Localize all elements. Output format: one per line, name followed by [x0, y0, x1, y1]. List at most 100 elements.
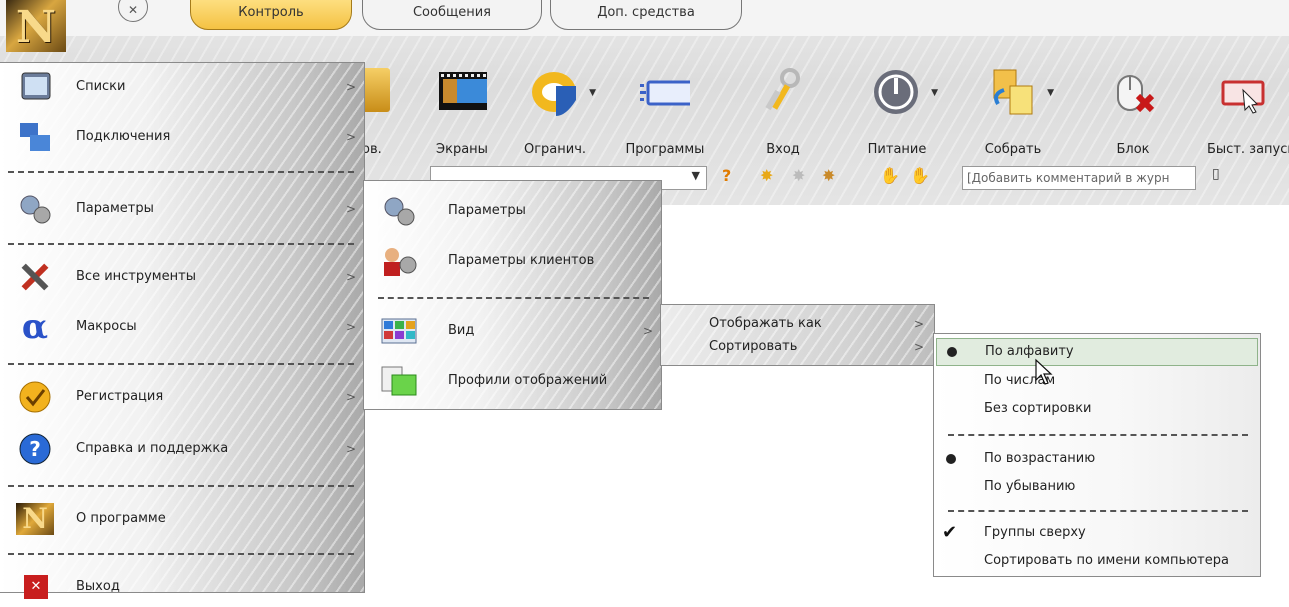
- keys-icon: [765, 68, 800, 111]
- about-logo-icon: N: [16, 503, 54, 535]
- block-mouse-icon: [1117, 75, 1155, 113]
- submenu-item-view-label: Вид: [448, 323, 475, 338]
- view-item-display-as[interactable]: Отображать как >: [661, 312, 934, 336]
- main-menu: Списки > Подключения > Параметры > Все и…: [0, 62, 365, 599]
- submenu-arrow-icon: >: [345, 442, 356, 456]
- tool-restrictions-label: Огранич.: [523, 142, 587, 157]
- exit-icon: ✕: [24, 575, 48, 599]
- restrictions-dropdown-icon[interactable]: ▼: [589, 88, 596, 98]
- submenu-arrow-icon: >: [913, 340, 924, 354]
- submenu-item-client-settings[interactable]: Параметры клиентов: [364, 241, 661, 281]
- tool-power[interactable]: ▼ Питание: [852, 60, 942, 160]
- gears-icon: [20, 195, 51, 224]
- submenu-item-view[interactable]: Вид >: [364, 311, 661, 351]
- sort-item-by-computer-name[interactable]: Сортировать по имени компьютера: [936, 548, 1258, 574]
- tool-quick-launch-label: Быст. запуск: [1207, 142, 1289, 157]
- menu-item-lists[interactable]: Списки >: [0, 67, 364, 107]
- menu-item-registration-label: Регистрация: [76, 389, 164, 404]
- tool-screens[interactable]: Экраны: [417, 60, 507, 160]
- submenu-item-display-profiles-label: Профили отображений: [448, 373, 608, 388]
- hand-raise-icon[interactable]: ✋: [880, 166, 900, 185]
- tool-login[interactable]: Вход: [738, 60, 828, 160]
- radio-bullet-icon: [946, 454, 956, 464]
- view-icon: [381, 318, 417, 344]
- collect-dropdown-icon[interactable]: ▼: [1047, 88, 1054, 98]
- comment-input[interactable]: [Добавить комментарий в журн: [962, 166, 1196, 190]
- view-submenu: Отображать как > Сортировать >: [660, 304, 935, 366]
- submenu-item-client-settings-label: Параметры клиентов: [448, 253, 595, 268]
- submenu-item-display-profiles[interactable]: Профили отображений: [364, 361, 661, 401]
- submenu-item-settings-label: Параметры: [448, 203, 526, 218]
- tab-messages[interactable]: Сообщения: [362, 0, 542, 30]
- submenu-arrow-icon: >: [345, 270, 356, 284]
- tool-block[interactable]: Блок: [1088, 60, 1178, 160]
- star-remove-icon[interactable]: ✸: [822, 166, 835, 185]
- sort-item-none-label: Без сортировки: [984, 401, 1092, 416]
- tool-login-label: Вход: [766, 142, 800, 157]
- power-dropdown-icon[interactable]: ▼: [931, 88, 938, 98]
- menu-item-about[interactable]: N О программе: [0, 499, 364, 539]
- menu-item-lists-label: Списки: [76, 79, 126, 94]
- svg-text:?: ?: [29, 437, 41, 461]
- menu-item-registration[interactable]: Регистрация >: [0, 377, 364, 417]
- sort-item-groups-on-top[interactable]: ✔ Группы сверху: [936, 520, 1258, 546]
- programs-icon: [640, 80, 690, 106]
- tool-restrictions[interactable]: ▼ Огранич.: [510, 60, 600, 160]
- gears-icon: [384, 197, 415, 226]
- menu-item-exit[interactable]: ✕ Выход: [0, 567, 364, 607]
- tool-programs-label: Программы: [625, 142, 705, 157]
- client-settings-icon: [384, 248, 417, 276]
- lists-icon: [21, 72, 51, 100]
- sort-submenu: По алфавиту По числам Без сортировки По …: [933, 333, 1261, 577]
- connections-icon: [20, 123, 50, 151]
- sort-item-ascending[interactable]: По возрастанию: [936, 446, 1258, 472]
- tool-block-label: Блок: [1116, 142, 1150, 157]
- registration-check-icon: [19, 381, 51, 413]
- tool-screens-label: Экраны: [436, 142, 488, 157]
- help-icon: ?: [19, 433, 51, 465]
- quick-launch-icon: [1221, 80, 1265, 114]
- view-item-display-as-label: Отображать как: [709, 316, 822, 331]
- app-logo[interactable]: N: [6, 0, 66, 53]
- menu-item-help-label: Справка и поддержка: [76, 441, 229, 456]
- hand-lower-icon[interactable]: ✋: [910, 166, 930, 185]
- menu-item-macros[interactable]: α Макросы >: [0, 307, 364, 347]
- view-item-sort-label: Сортировать: [709, 339, 798, 354]
- submenu-arrow-icon: >: [345, 202, 356, 216]
- menu-item-settings[interactable]: Параметры >: [0, 189, 364, 229]
- tools-icon: [21, 263, 49, 291]
- mouse-cursor-icon: [1035, 358, 1053, 385]
- tool-partial-label: ов.: [362, 142, 382, 157]
- help-question-icon[interactable]: ?: [722, 166, 731, 185]
- menu-item-connections-label: Подключения: [76, 129, 171, 144]
- sort-item-groups-on-top-label: Группы сверху: [984, 525, 1086, 540]
- sort-item-numeric[interactable]: По числам: [936, 368, 1258, 394]
- tab-control[interactable]: Контроль: [190, 0, 352, 30]
- sort-item-none[interactable]: Без сортировки: [936, 396, 1258, 422]
- sort-item-descending[interactable]: По убыванию: [936, 474, 1258, 500]
- tool-programs[interactable]: Программы: [620, 60, 710, 160]
- star-outline-icon[interactable]: ✸: [792, 166, 805, 185]
- display-profiles-icon: [381, 366, 417, 396]
- sort-item-alphabetical[interactable]: По алфавиту: [936, 338, 1258, 366]
- sort-item-by-computer-name-label: Сортировать по имени компьютера: [984, 553, 1229, 568]
- menu-item-exit-label: Выход: [76, 579, 120, 594]
- submenu-arrow-icon: >: [642, 324, 653, 338]
- note-icon[interactable]: ▯: [1212, 166, 1220, 182]
- menu-item-all-tools-label: Все инструменты: [76, 269, 196, 284]
- menu-item-help[interactable]: ? Справка и поддержка >: [0, 429, 364, 469]
- submenu-item-settings[interactable]: Параметры: [364, 191, 661, 231]
- restrictions-icon: [532, 72, 576, 116]
- tool-collect[interactable]: ▼ Собрать: [968, 60, 1058, 160]
- power-icon: [874, 70, 918, 114]
- chevron-down-icon[interactable]: ▼: [692, 169, 700, 182]
- menu-item-all-tools[interactable]: Все инструменты >: [0, 257, 364, 297]
- submenu-arrow-icon: >: [345, 80, 356, 94]
- view-item-sort[interactable]: Сортировать >: [661, 335, 934, 359]
- menu-item-connections[interactable]: Подключения >: [0, 117, 364, 157]
- tool-quick-launch[interactable]: Быст. запуск: [1195, 60, 1289, 160]
- star-icon[interactable]: ✸: [760, 166, 773, 185]
- tab-extra-tools[interactable]: Доп. средства: [550, 0, 742, 30]
- alpha-icon: α: [21, 307, 49, 347]
- checkmark-icon: ✔: [942, 522, 958, 543]
